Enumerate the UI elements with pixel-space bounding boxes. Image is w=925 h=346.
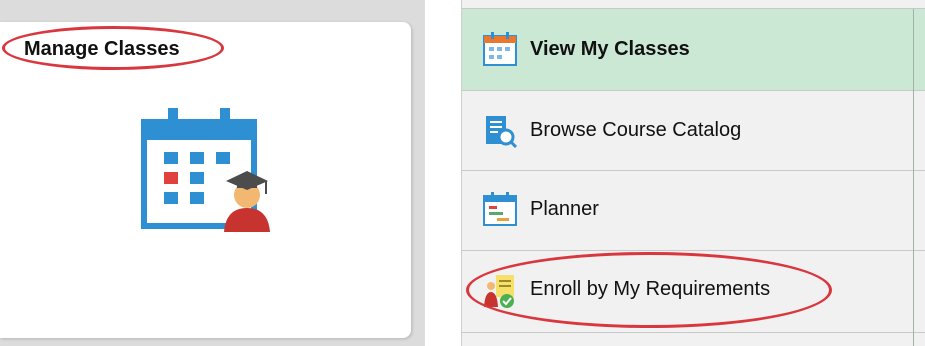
tile-title: Manage Classes: [24, 38, 180, 60]
nav-item-browse-course-catalog[interactable]: Browse Course Catalog: [462, 91, 925, 171]
nav-item-label: Planner: [530, 198, 599, 220]
nav-item-enroll-by-my-requirements[interactable]: Enroll by My Requirements: [462, 251, 925, 333]
nav-item-label: Enroll by My Requirements: [530, 278, 771, 300]
planner-icon: [483, 192, 517, 226]
catalog-search-icon: [486, 116, 518, 149]
calendar-graduate-icon: [141, 108, 270, 232]
divider: [913, 9, 914, 346]
requirements-icon: [484, 275, 514, 308]
nav-item-label: Browse Course Catalog: [530, 119, 742, 141]
nav-list: View My Classes Browse Course Catalog Pl…: [461, 0, 925, 346]
tile-frame: Manage Classes: [0, 0, 425, 346]
nav-item-planner[interactable]: Planner: [462, 171, 925, 251]
calendar-icon: [483, 32, 517, 66]
nav-item-view-my-classes[interactable]: View My Classes: [462, 9, 925, 91]
nav-item-label: View My Classes: [530, 38, 690, 60]
